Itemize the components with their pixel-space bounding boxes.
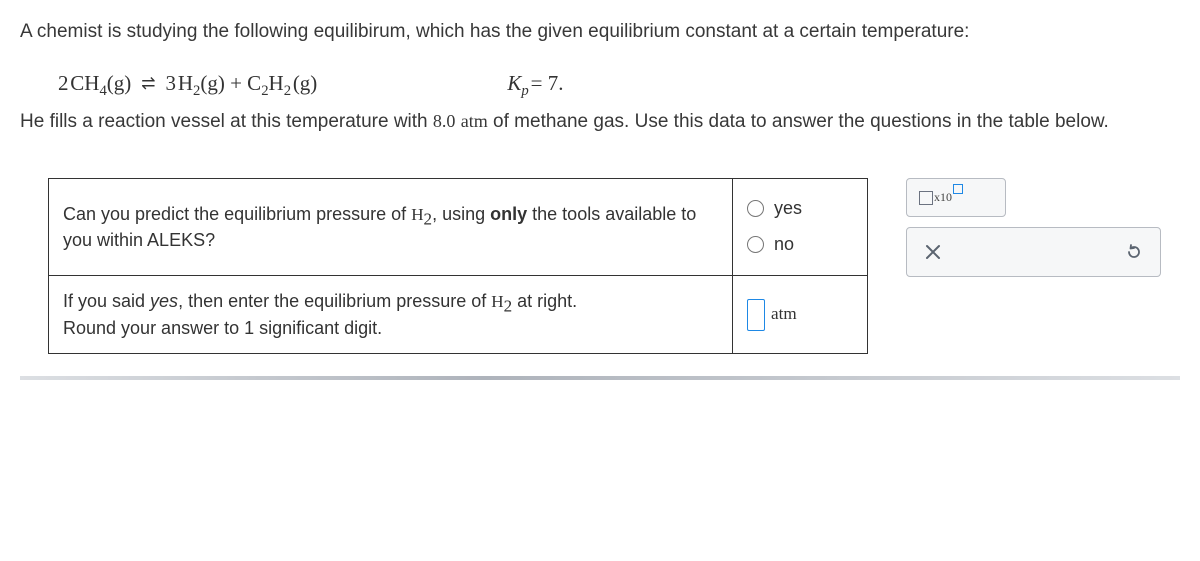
q2-entry: atm	[733, 276, 868, 354]
radio-no-input[interactable]	[747, 236, 764, 253]
q1-cell: Can you predict the equilibrium pressure…	[49, 178, 733, 275]
radio-yes-input[interactable]	[747, 200, 764, 217]
x10-label: x10	[934, 189, 952, 206]
sci-notation-button[interactable]: x10	[906, 178, 1006, 217]
q1-answers: yes no	[733, 178, 868, 275]
x-icon	[924, 243, 942, 261]
radio-yes-label: yes	[774, 195, 802, 221]
divider	[20, 376, 1180, 380]
question-table: Can you predict the equilibrium pressure…	[48, 178, 868, 354]
pressure-input[interactable]	[747, 299, 765, 331]
fill-text: He fills a reaction vessel at this tempe…	[20, 108, 1180, 136]
intro-text: A chemist is studying the following equi…	[20, 18, 1180, 46]
lhs: 2 CH4(g)	[58, 68, 131, 99]
equilibrium-arrows-icon: ⇀↽	[137, 74, 159, 93]
rhs: 3 H2(g) + C2H2 (g)	[166, 68, 318, 99]
exponent-box-icon	[953, 184, 963, 194]
equation-row: 2 CH4(g) ⇀↽ 3 H2(g) + C2H2 (g) Kp = 7.	[20, 46, 1180, 109]
tool-panel: x10	[906, 178, 1161, 277]
radio-no[interactable]: no	[747, 227, 853, 263]
clear-button[interactable]	[919, 238, 947, 266]
kp-value: Kp = 7.	[507, 68, 563, 98]
unit-label: atm	[771, 302, 797, 327]
radio-no-label: no	[774, 231, 794, 257]
reset-button[interactable]	[1120, 238, 1148, 266]
q2-cell: If you said yes, then enter the equilibr…	[49, 276, 733, 354]
tool-actions	[906, 227, 1161, 277]
mantissa-box-icon	[919, 191, 933, 205]
radio-yes[interactable]: yes	[747, 191, 853, 227]
table-row: Can you predict the equilibrium pressure…	[49, 178, 868, 275]
table-row: If you said yes, then enter the equilibr…	[49, 276, 868, 354]
undo-icon	[1124, 242, 1144, 262]
